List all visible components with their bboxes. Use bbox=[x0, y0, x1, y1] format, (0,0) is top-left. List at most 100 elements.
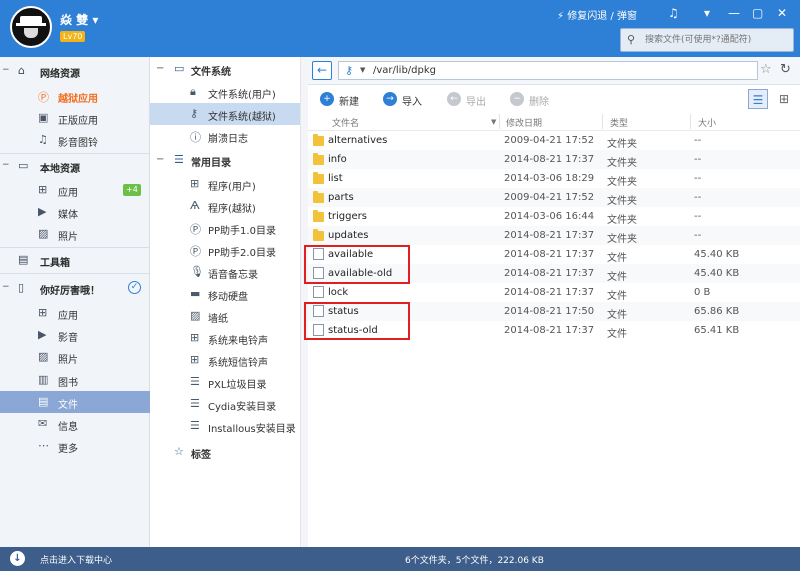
sidebar-item-local-apps[interactable]: ⊞ 应用 +4 bbox=[0, 179, 150, 201]
column-divider[interactable] bbox=[499, 114, 500, 129]
tree-group-common-dirs[interactable]: − ☰ 常用目录 bbox=[150, 149, 300, 171]
tree-item-crash-logs[interactable]: ⓘ 崩溃日志 bbox=[150, 125, 300, 147]
maximize-icon[interactable]: ▢ bbox=[752, 6, 763, 20]
sidebar-item-device-messages[interactable]: ✉ 信息 bbox=[0, 413, 150, 435]
sidebar-item-device-files[interactable]: ▤ 文件 bbox=[0, 391, 150, 413]
column-divider[interactable] bbox=[602, 114, 603, 129]
grid-view-button[interactable]: ⊞ bbox=[774, 89, 794, 109]
tree-item-pxl-junk[interactable]: ☰ PXL垃圾目录 bbox=[150, 371, 300, 393]
modified-date: 2014-08-21 17:37 bbox=[504, 230, 595, 241]
modified-date: 2014-08-21 17:50 bbox=[504, 306, 595, 317]
tree-item-pp1[interactable]: Ⓟ PP助手1.0目录 bbox=[150, 217, 300, 239]
key-icon: ⚷ bbox=[345, 64, 354, 77]
file-type: 文件 bbox=[607, 291, 627, 302]
music-icon[interactable]: ♫ bbox=[668, 6, 679, 20]
list-view-button[interactable]: ☰ bbox=[748, 89, 768, 109]
tree-item-cydia-install[interactable]: ☰ Cydia安装目录 bbox=[150, 393, 300, 415]
video-icon: ▶ bbox=[38, 205, 47, 218]
file-name: triggers bbox=[328, 211, 367, 222]
tree-item-sms-tones[interactable]: ⊞ 系统短信铃声 bbox=[150, 349, 300, 371]
column-divider[interactable] bbox=[690, 114, 691, 129]
sidebar-item-genuine-apps[interactable]: ▣ 正版应用 bbox=[0, 107, 150, 129]
repair-button[interactable]: ⚡ 修复闪退 / 弹窗 bbox=[557, 7, 637, 22]
sidebar-item-local-media[interactable]: ▶ 媒体 bbox=[0, 201, 150, 223]
table-row[interactable]: lock 2014-08-21 17:37 文件 0 B bbox=[308, 283, 800, 302]
column-header-type[interactable]: 类型 bbox=[610, 116, 628, 129]
list-icon: ☰ bbox=[174, 153, 184, 166]
avatar[interactable] bbox=[10, 6, 52, 48]
tree-group-tags[interactable]: ☆ 标签 bbox=[150, 441, 300, 463]
file-name: lock bbox=[328, 287, 349, 298]
collapse-icon: − bbox=[2, 282, 10, 292]
table-row[interactable]: parts 2009-04-21 17:52 文件夹 -- bbox=[308, 188, 800, 207]
file-size: -- bbox=[694, 192, 702, 203]
tree-item-label: 文件系统(越狱) bbox=[208, 112, 276, 123]
list-icon: ☰ bbox=[190, 397, 200, 410]
sidebar-item-label: 照片 bbox=[58, 355, 78, 366]
tree-item-wallpaper[interactable]: ▨ 墙纸 bbox=[150, 305, 300, 327]
tree-item-filesystem-jailbreak[interactable]: ⚷ 文件系统(越狱) bbox=[150, 103, 300, 125]
download-center-link[interactable]: 点击进入下载中心 bbox=[40, 553, 112, 566]
chevron-down-icon[interactable]: ▼ bbox=[360, 66, 365, 74]
sidebar-section-device[interactable]: − ▯ 你好厉害哦！ ✓ bbox=[0, 277, 150, 299]
path-field[interactable]: ⚷ ▼ /var/lib/dpkg bbox=[338, 61, 758, 80]
sidebar-item-device-photos[interactable]: ▨ 照片 bbox=[0, 346, 150, 368]
modified-date: 2014-03-06 16:44 bbox=[504, 211, 595, 222]
file-type: 文件夹 bbox=[607, 139, 637, 150]
column-header-date[interactable]: 修改日期 bbox=[506, 116, 542, 129]
computer-icon: ▭ bbox=[18, 159, 29, 172]
tree-item-voice-memos[interactable]: 🎙︎ 语音备忘录 bbox=[150, 261, 300, 283]
list-icon: ☰ bbox=[190, 375, 200, 388]
tree-item-programs-jailbreak[interactable]: Ѧ 程序(越狱) bbox=[150, 195, 300, 217]
tree-item-installous[interactable]: ☰ Installous安装目录 bbox=[150, 415, 300, 437]
sidebar-item-device-books[interactable]: ▥ 图书 bbox=[0, 369, 150, 391]
tree-group-filesystem[interactable]: − ▭ 文件系统 bbox=[150, 58, 300, 80]
tree-group-label: 标签 bbox=[191, 450, 211, 461]
sidebar-section-network[interactable]: − ⌂ 网络资源 bbox=[0, 60, 150, 82]
tree-item-programs-user[interactable]: ⊞ 程序(用户) bbox=[150, 173, 300, 195]
sidebar-section-local[interactable]: − ▭ 本地资源 bbox=[0, 155, 150, 177]
table-row[interactable]: triggers 2014-03-06 16:44 文件夹 -- bbox=[308, 207, 800, 226]
sidebar-item-media-ringtones[interactable]: ♫ 影音图铃 bbox=[0, 129, 150, 151]
divider bbox=[0, 273, 150, 274]
minimize-icon[interactable]: — bbox=[728, 6, 740, 20]
search-icon: ⚲ bbox=[627, 33, 636, 46]
table-row[interactable]: info 2014-08-21 17:37 文件夹 -- bbox=[308, 150, 800, 169]
close-icon[interactable]: ✕ bbox=[777, 6, 787, 20]
back-button[interactable]: ← bbox=[312, 61, 332, 80]
sidebar-item-device-video[interactable]: ▶ 影音 bbox=[0, 324, 150, 346]
bookmark-star-icon[interactable]: ☆ bbox=[760, 62, 772, 77]
pp-icon: Ⓟ bbox=[190, 223, 201, 236]
tree-item-pp2[interactable]: Ⓟ PP助手2.0目录 bbox=[150, 239, 300, 261]
table-row[interactable]: alternatives 2009-04-21 17:52 文件夹 -- bbox=[308, 131, 800, 150]
sidebar-section-toolbox[interactable]: ▤ 工具箱 bbox=[0, 249, 150, 271]
pp-icon: Ⓟ bbox=[190, 245, 201, 258]
folder-icon bbox=[313, 191, 324, 203]
bag-icon: ▣ bbox=[38, 111, 49, 124]
sidebar-item-device-more[interactable]: ⋯ 更多 bbox=[0, 435, 150, 457]
tree-item-filesystem-user[interactable]: 🔒︎ 文件系统(用户) bbox=[150, 81, 300, 103]
divider bbox=[0, 153, 150, 154]
file-size: 65.41 KB bbox=[694, 325, 740, 336]
info-icon: ⓘ bbox=[190, 131, 201, 144]
tree-item-mobile-disk[interactable]: ▬ 移动硬盘 bbox=[150, 283, 300, 305]
sidebar-section-label: 你好厉害哦！ bbox=[40, 286, 100, 297]
tree-item-ringtones[interactable]: ⊞ 系统来电铃声 bbox=[150, 327, 300, 349]
username-label: 焱 雙 bbox=[60, 13, 89, 27]
column-header-name[interactable]: 文件名 bbox=[332, 116, 359, 129]
download-icon[interactable]: ↓ bbox=[10, 551, 25, 566]
menu-icon[interactable]: ▾ bbox=[704, 6, 710, 20]
search-input[interactable] bbox=[645, 32, 790, 48]
sidebar-item-label: 照片 bbox=[58, 232, 78, 243]
file-name: updates bbox=[328, 230, 369, 241]
sidebar-item-local-photos[interactable]: ▨ 照片 bbox=[0, 223, 150, 245]
table-row[interactable]: updates 2014-08-21 17:37 文件夹 -- bbox=[308, 226, 800, 245]
refresh-icon[interactable]: ↻ bbox=[780, 62, 791, 77]
table-row[interactable]: list 2014-03-06 18:29 文件夹 -- bbox=[308, 169, 800, 188]
export-icon: ← bbox=[447, 92, 461, 106]
file-size: 65.86 KB bbox=[694, 306, 740, 317]
username[interactable]: 焱 雙 ▾ bbox=[60, 11, 98, 28]
sidebar-item-jailbreak-apps[interactable]: Ⓟ 越狱应用 bbox=[0, 85, 150, 107]
sidebar-item-device-apps[interactable]: ⊞ 应用 bbox=[0, 302, 150, 324]
column-header-size[interactable]: 大小 bbox=[698, 116, 716, 129]
